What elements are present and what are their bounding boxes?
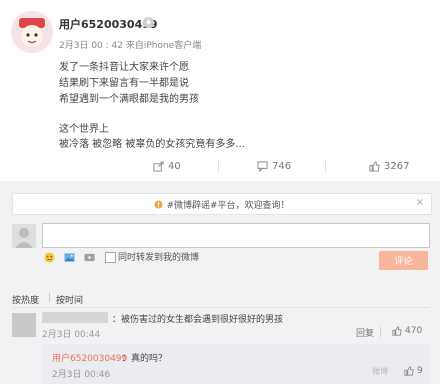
- share-icon: [153, 160, 164, 172]
- comment-time: 2月3日 00:44: [42, 330, 101, 340]
- like-icon: [369, 160, 380, 172]
- post-text-line: 被冷落 被忽略 被辜负的女孩究竟有多多...: [59, 139, 245, 150]
- submit-comment-button[interactable]: 评论: [379, 251, 428, 270]
- comment-icon: [257, 160, 268, 172]
- my-avatar: [12, 224, 36, 248]
- rumor-notice-banner[interactable]: #微博辟谣#平台，欢迎查询！ ×: [12, 193, 432, 215]
- reply-button[interactable]: 回复: [356, 326, 374, 339]
- reply-text: ：真的吗？: [122, 354, 168, 364]
- divider: [380, 327, 381, 337]
- share-to-weibo-checkbox[interactable]: [105, 252, 116, 263]
- post-text-line: 发了一条抖音让大家来许个愿: [59, 62, 189, 73]
- share-button[interactable]: 40: [153, 152, 181, 180]
- like-button[interactable]: 3267: [369, 152, 409, 180]
- comment-count: 746: [272, 160, 292, 172]
- like-icon: [404, 366, 414, 376]
- post-text-line: 这个世界上: [59, 124, 109, 135]
- post-text-line: 结果刷下来留言有一半都是说: [59, 78, 189, 89]
- tab-time[interactable]: 按时间: [56, 293, 83, 306]
- like-icon: [392, 326, 402, 336]
- reply-like-button[interactable]: 9: [404, 366, 423, 376]
- comment-input[interactable]: [42, 223, 430, 248]
- close-icon[interactable]: ×: [416, 197, 424, 208]
- post-action-bar: 40 746 3267: [0, 152, 440, 180]
- vip-badge-icon: ♦: [143, 17, 154, 28]
- share-to-weibo-label: 同时转发到我的微博: [118, 253, 200, 263]
- post-meta: 2月3日 00 : 42 来自iPhone客户端: [59, 41, 202, 51]
- comment-like-button[interactable]: 470: [392, 326, 422, 336]
- comment-like-count: 470: [405, 326, 423, 336]
- reply-time: 2月3日 00:46: [52, 370, 111, 380]
- share-count: 40: [168, 160, 181, 172]
- reply-username[interactable]: 用户6520030499: [52, 351, 127, 364]
- commenter-avatar[interactable]: [12, 313, 36, 337]
- like-count: 3267: [384, 160, 410, 172]
- comment-button[interactable]: 746: [257, 152, 291, 180]
- watermark: 微博: [372, 367, 388, 376]
- reply-like-count: 9: [417, 366, 423, 376]
- video-icon[interactable]: [84, 252, 95, 263]
- tab-hot[interactable]: 按热度: [12, 293, 39, 306]
- post-text-line: 希望遇到一个满眼都是我的男孩: [59, 94, 199, 105]
- divider: [12, 307, 430, 308]
- tab-separator: |: [48, 293, 52, 303]
- image-icon[interactable]: [64, 252, 75, 263]
- commenter-name-redacted: [42, 312, 108, 323]
- info-icon: [154, 199, 164, 209]
- comment-text: ：被伤害过的女生都会遇到很好很好的男孩: [112, 315, 284, 325]
- notice-text: #微博辟谣#平台，欢迎查询！: [166, 200, 290, 211]
- emoji-icon[interactable]: [44, 252, 55, 263]
- author-avatar[interactable]: [11, 11, 53, 53]
